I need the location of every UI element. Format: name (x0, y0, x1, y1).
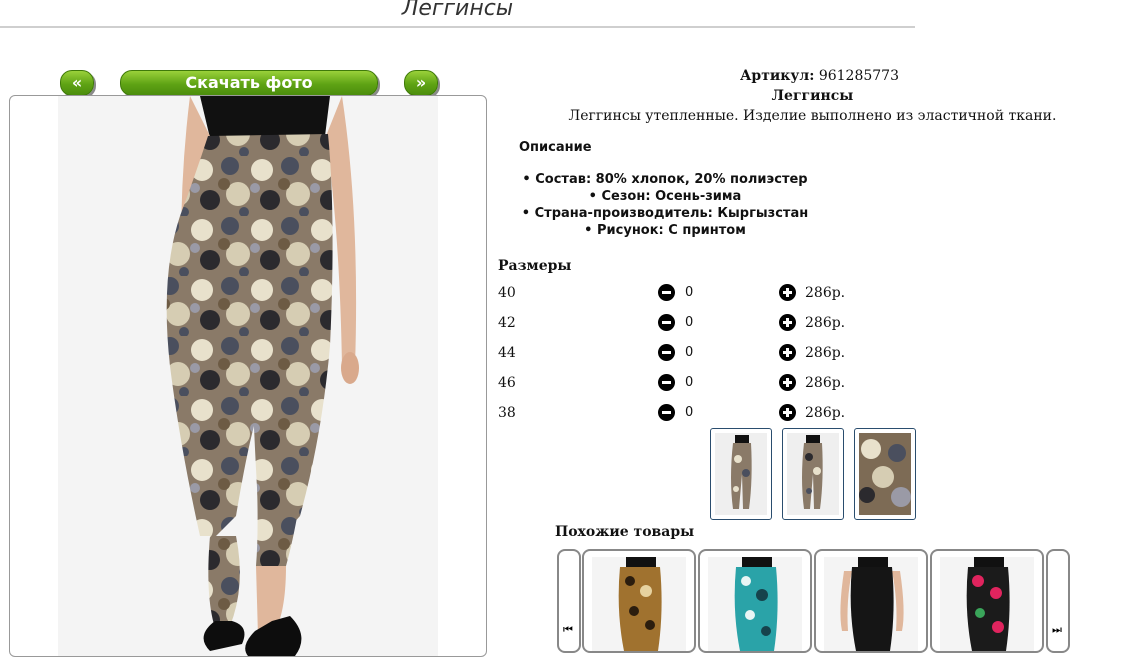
next-photo-button[interactable]: » (404, 70, 438, 96)
property-item: • Страна-производитель: Кыргызстан (521, 206, 809, 221)
thumbnail-image (859, 433, 911, 515)
thumbnail-image (731, 435, 752, 509)
property-item: • Состав: 80% хлопок, 20% полиэстер (522, 172, 808, 187)
sku: Артикул: 961285773 (740, 68, 899, 84)
property-item: • Рисунок: С принтом (584, 223, 746, 238)
quantity-value: 0 (685, 375, 694, 390)
quantity-value: 0 (685, 345, 694, 360)
similar-product-image (618, 557, 662, 651)
product-description: Леггинсы утепленные. Изделие выполнено и… (568, 108, 1057, 124)
price: 286р. (805, 285, 846, 301)
size-row: 44 0 286р. (498, 343, 858, 363)
plus-icon[interactable] (779, 404, 796, 421)
product-name: Леггинсы (771, 88, 854, 104)
carousel-prev-button[interactable]: ⏮ (557, 549, 581, 653)
plus-icon[interactable] (779, 374, 796, 391)
similar-product-image (734, 557, 778, 651)
size-row: 46 0 286р. (498, 373, 858, 393)
size-row: 38 0 286р. (498, 403, 858, 423)
plus-icon[interactable] (779, 314, 796, 331)
description-heading: Описание (519, 140, 592, 155)
size-value: 42 (498, 315, 516, 331)
title-bar: Леггинсы (0, 0, 915, 28)
similar-product-card[interactable] (582, 549, 696, 653)
carousel-next-button[interactable]: ⏭ (1046, 549, 1070, 653)
quantity-value: 0 (685, 405, 694, 420)
plus-icon[interactable] (779, 344, 796, 361)
similar-product-card[interactable] (698, 549, 812, 653)
size-row: 42 0 286р. (498, 313, 858, 333)
size-value: 40 (498, 285, 516, 301)
price: 286р. (805, 345, 846, 361)
skip-back-icon: ⏮ (563, 623, 573, 636)
thumbnail[interactable] (782, 428, 844, 520)
download-photo-button[interactable]: Скачать фото (120, 70, 378, 96)
size-value: 46 (498, 375, 516, 391)
price: 286р. (805, 375, 846, 391)
minus-icon[interactable] (658, 344, 675, 361)
similar-product-card[interactable] (930, 549, 1044, 653)
minus-icon[interactable] (658, 314, 675, 331)
size-value: 44 (498, 345, 516, 361)
leggings-image (166, 96, 359, 656)
property-list: • Состав: 80% хлопок, 20% полиэстер • Се… (500, 171, 830, 239)
property-item: • Сезон: Осень-зима (588, 189, 742, 204)
minus-icon[interactable] (658, 374, 675, 391)
price: 286р. (805, 315, 846, 331)
page-title: Леггинсы (401, 0, 514, 21)
thumbnail[interactable] (854, 428, 916, 520)
sizes-heading: Размеры (498, 258, 572, 274)
similar-product-image (840, 557, 904, 651)
price: 286р. (805, 405, 846, 421)
quantity-value: 0 (685, 315, 694, 330)
sku-value: 961285773 (818, 68, 899, 84)
similar-product-image (966, 557, 1010, 651)
similar-product-card[interactable] (814, 549, 928, 653)
size-value: 38 (498, 405, 516, 421)
minus-icon[interactable] (658, 284, 675, 301)
similar-heading: Похожие товары (555, 524, 695, 540)
plus-icon[interactable] (779, 284, 796, 301)
minus-icon[interactable] (658, 404, 675, 421)
sku-label: Артикул: (740, 68, 815, 84)
skip-forward-icon: ⏭ (1052, 623, 1062, 636)
thumbnail[interactable] (710, 428, 772, 520)
quantity-value: 0 (685, 285, 694, 300)
main-photo[interactable] (9, 95, 487, 657)
prev-photo-button[interactable]: « (60, 70, 94, 96)
thumbnail-image (802, 435, 823, 509)
size-row: 40 0 286р. (498, 283, 858, 303)
